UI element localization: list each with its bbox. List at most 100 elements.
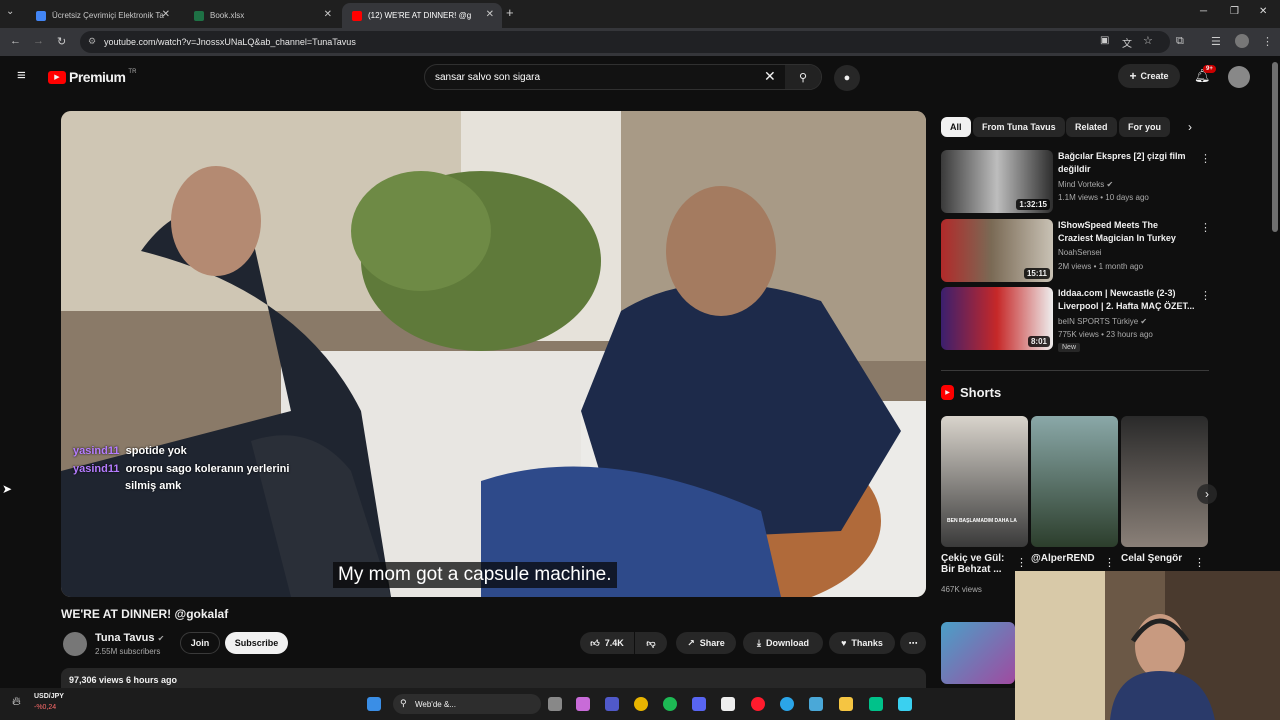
kebab-menu-icon[interactable]: ⋮: [1194, 556, 1205, 569]
channel-text: Mind Vorteks: [1058, 180, 1105, 189]
chip-all[interactable]: All: [941, 117, 971, 137]
browser-tab-bar: ⌄ Ücretsiz Çevrimiçi Elektronik Ta ✕ Boo…: [0, 0, 1280, 28]
close-icon[interactable]: ✕: [162, 9, 170, 20]
media-icon[interactable]: ☰: [1211, 35, 1221, 48]
app-icon[interactable]: [869, 697, 883, 711]
app-icon[interactable]: [721, 697, 735, 711]
site-info-icon[interactable]: ⚙: [88, 36, 96, 47]
chat-line: silmiş amk: [125, 480, 181, 492]
channel-name[interactable]: Tuna Tavus ✔: [95, 632, 164, 644]
related-title-line: Bağcılar Ekspres [2] çizgi film: [1058, 151, 1186, 161]
more-actions-button[interactable]: ⋯: [900, 632, 926, 654]
related-title[interactable]: IShowSpeed Meets The Craziest Magician I…: [1058, 219, 1198, 245]
download-button[interactable]: ⤓ Download: [743, 632, 823, 654]
related-title[interactable]: Iddaa.com | Newcastle (2-3) Liverpool | …: [1058, 287, 1198, 313]
profile-avatar[interactable]: [1235, 34, 1249, 48]
app-icon[interactable]: [898, 697, 912, 711]
dislike-button[interactable]: 👎︎: [635, 632, 667, 654]
taskbar-search[interactable]: ⚲ Web'de &...: [393, 694, 541, 714]
discord-icon[interactable]: [692, 697, 706, 711]
reload-icon[interactable]: ↻: [57, 35, 66, 48]
ad-thumbnail[interactable]: [941, 622, 1015, 684]
back-icon[interactable]: ←: [10, 35, 21, 47]
related-channel[interactable]: beIN SPORTS Türkiye ✔: [1058, 317, 1147, 326]
forward-icon[interactable]: →: [33, 35, 44, 47]
share-button[interactable]: ↗ Share: [676, 632, 736, 654]
opera-icon[interactable]: [751, 697, 765, 711]
clear-search-icon[interactable]: ✕: [764, 68, 776, 85]
tab-book-xlsx[interactable]: Book.xlsx ✕: [184, 3, 340, 28]
hamburger-menu-icon[interactable]: ≡: [17, 67, 26, 84]
related-thumbnail[interactable]: 8:01: [941, 287, 1053, 350]
chrome-menu-icon[interactable]: ⋮: [1262, 35, 1273, 48]
short-thumbnail[interactable]: BEN BAŞLAMADIM DAHA LA: [941, 416, 1028, 547]
youtube-header: ≡ ▶ Premium TR sansar salvo son sigara ✕…: [0, 56, 1270, 100]
chrome-icon[interactable]: [634, 697, 648, 711]
teams-icon[interactable]: [605, 697, 619, 711]
ticker-symbol[interactable]: USD/JPY: [34, 693, 64, 700]
chevron-right-icon[interactable]: ›: [1188, 120, 1192, 134]
create-button[interactable]: + Create: [1118, 64, 1180, 88]
cast-icon[interactable]: ▣: [1100, 35, 1109, 46]
new-tab-icon[interactable]: +: [506, 5, 514, 20]
tab-label: Ücretsiz Çevrimiçi Elektronik Ta: [52, 11, 164, 20]
like-button[interactable]: 👍︎ 7.4K: [580, 632, 634, 654]
bookmark-star-icon[interactable]: ☆: [1143, 34, 1153, 47]
video-player[interactable]: [61, 111, 926, 597]
tab-search-icon[interactable]: ⌄: [6, 6, 14, 17]
windows-start-icon[interactable]: [367, 697, 381, 711]
short-thumbnail[interactable]: [1031, 416, 1118, 547]
short-title[interactable]: @AlperREND: [1031, 553, 1095, 564]
related-channel[interactable]: NoahSensei: [1058, 248, 1102, 257]
extensions-icon[interactable]: ⧉: [1176, 35, 1184, 48]
short-title[interactable]: Çekiç ve Gül: Bir Behzat ...: [941, 553, 1004, 575]
window-close-icon[interactable]: ✕: [1259, 6, 1267, 17]
minimize-icon[interactable]: ─: [1200, 6, 1207, 17]
kebab-menu-icon[interactable]: ⋮: [1200, 221, 1211, 234]
edge-icon[interactable]: [780, 697, 794, 711]
kebab-menu-icon[interactable]: ⋮: [1016, 556, 1027, 569]
related-title[interactable]: Bağcılar Ekspres [2] çizgi film değildir: [1058, 150, 1198, 176]
voice-search-button[interactable]: ●: [834, 65, 860, 91]
account-avatar[interactable]: [1228, 66, 1250, 88]
chip-related[interactable]: Related: [1066, 117, 1117, 137]
related-channel[interactable]: Mind Vorteks ✔: [1058, 180, 1113, 189]
chip-from-channel[interactable]: From Tuna Tavus: [973, 117, 1065, 137]
restore-icon[interactable]: ❐: [1230, 6, 1239, 17]
related-thumbnail[interactable]: 15:11: [941, 219, 1053, 282]
page-scrollbar[interactable]: [1272, 62, 1278, 232]
chat-line: yasind11 orospu sago koleranın yerlerini: [73, 463, 289, 475]
weather-icon[interactable]: 🔥︎: [12, 694, 21, 709]
task-view-icon[interactable]: [548, 697, 562, 711]
chip-for-you[interactable]: For you: [1119, 117, 1170, 137]
close-icon[interactable]: ✕: [486, 9, 494, 20]
copilot-icon[interactable]: [576, 697, 590, 711]
kebab-menu-icon[interactable]: ⋮: [1104, 556, 1115, 569]
file-explorer-icon[interactable]: [839, 697, 853, 711]
tab-youtube[interactable]: (12) WE'RE AT DINNER! @g ✕: [342, 3, 502, 28]
kebab-menu-icon[interactable]: ⋮: [1200, 289, 1211, 302]
address-bar[interactable]: ⚙ youtube.com/watch?v=JnossxUNaLQ&ab_cha…: [80, 31, 1170, 53]
join-button[interactable]: Join: [180, 632, 220, 654]
app-icon[interactable]: [809, 697, 823, 711]
spotify-icon[interactable]: [663, 697, 677, 711]
short-thumbnail[interactable]: [1121, 416, 1208, 547]
share-label: Share: [699, 638, 725, 648]
tab-electronic[interactable]: Ücretsiz Çevrimiçi Elektronik Ta ✕: [26, 3, 178, 28]
related-thumbnail[interactable]: 1:32:15: [941, 150, 1053, 213]
subscribe-button[interactable]: Subscribe: [225, 632, 288, 654]
subscriber-count: 2.55M subscribers: [95, 647, 161, 656]
kebab-menu-icon[interactable]: ⋮: [1200, 152, 1211, 165]
close-icon[interactable]: ✕: [324, 9, 332, 20]
translate-icon[interactable]: 文: [1122, 35, 1132, 50]
search-input[interactable]: sansar salvo son sigara: [424, 64, 822, 90]
channel-text: beIN SPORTS Türkiye: [1058, 317, 1139, 326]
search-button[interactable]: ⚲: [785, 65, 821, 89]
video-frame: [61, 111, 926, 597]
shorts-next-icon[interactable]: ›: [1197, 484, 1217, 504]
chip-label: For you: [1128, 122, 1161, 132]
short-title[interactable]: Celal Şengör: [1121, 553, 1182, 564]
youtube-logo[interactable]: ▶ Premium TR: [48, 69, 136, 85]
channel-avatar[interactable]: [63, 632, 87, 656]
thanks-button[interactable]: ♥ Thanks: [829, 632, 895, 654]
